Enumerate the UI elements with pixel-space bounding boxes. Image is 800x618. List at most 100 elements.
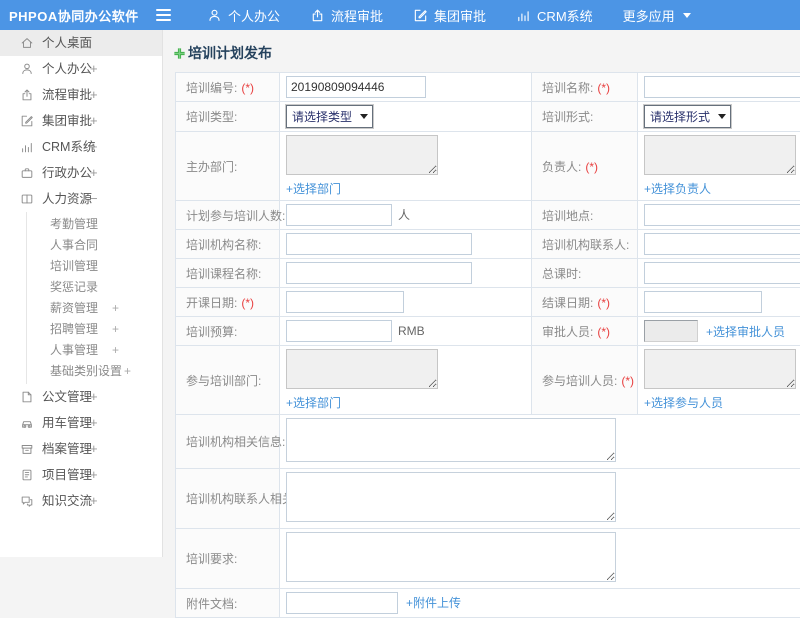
sidebar-subitem-base-category[interactable]: 基础类别设置+ <box>0 361 162 382</box>
field-label: 培训名称:(*) <box>532 73 638 102</box>
select-caret-icon <box>718 114 726 119</box>
expand-plus-icon[interactable]: + <box>112 319 119 340</box>
field-label: 培训预算: <box>176 317 280 346</box>
sidebar-subitem-attendance[interactable]: 考勤管理 <box>0 214 162 235</box>
sidebar-item-crm[interactable]: CRM系统 + <box>0 134 162 160</box>
budget-input[interactable] <box>286 320 392 342</box>
org-name-input[interactable] <box>286 233 472 255</box>
bar-chart-icon <box>20 140 34 154</box>
org-info-textarea[interactable] <box>286 418 616 462</box>
required-mark: (*) <box>597 325 610 339</box>
sidebar-subitem-training[interactable]: 培训管理 <box>0 256 162 277</box>
sidebar-item-knowledge[interactable]: 知识交流 + <box>0 488 162 514</box>
end-date-input[interactable] <box>644 291 762 313</box>
unit-label: 人 <box>398 208 410 222</box>
expand-plus-icon[interactable]: + <box>112 298 119 319</box>
training-type-select[interactable]: 请选择类型 <box>286 105 373 128</box>
nav-workflow-approval[interactable]: 流程审批 <box>295 0 398 30</box>
hamburger-menu-icon[interactable] <box>148 9 178 21</box>
field-label: 培训机构联系人: <box>532 230 638 259</box>
expand-plus-icon[interactable]: + <box>90 108 98 134</box>
nav-label: 个人办公 <box>228 6 280 25</box>
expand-plus-icon[interactable]: + <box>90 160 98 186</box>
sidebar-subitem-label: 基础类别设置 <box>50 361 122 382</box>
expand-plus-icon[interactable]: + <box>90 82 98 108</box>
row-host-dept: 主办部门: +选择部门 负责人:(*) +选择负责人 <box>176 132 800 201</box>
org-contact-info-textarea[interactable] <box>286 472 616 522</box>
field-label: 培训机构相关信息: <box>176 415 280 469</box>
total-hours-input[interactable] <box>644 262 800 284</box>
sidebar-item-admin-office[interactable]: 行政办公 + <box>0 160 162 186</box>
approver-input[interactable] <box>644 320 698 342</box>
select-approver-link[interactable]: +选择审批人员 <box>706 325 785 339</box>
sidebar-item-official-doc[interactable]: 公文管理 + <box>0 384 162 410</box>
planned-count-input[interactable] <box>286 204 392 226</box>
edit-square-icon <box>20 114 34 128</box>
expand-plus-icon[interactable]: + <box>90 56 98 82</box>
requirements-textarea[interactable] <box>286 532 616 582</box>
sidebar-item-label: CRM系统 <box>42 134 95 160</box>
row-planned-count: 计划参与培训人数:(*) 人 培训地点: <box>176 201 800 230</box>
join-people-textarea[interactable] <box>644 349 796 389</box>
expand-plus-icon[interactable]: + <box>90 488 98 514</box>
training-mode-select[interactable]: 请选择形式 <box>644 105 731 128</box>
nav-more-apps[interactable]: 更多应用 <box>608 0 706 30</box>
user-icon <box>207 8 222 23</box>
sidebar-item-label: 个人办公 <box>42 56 92 82</box>
sidebar-subitem-salary[interactable]: 薪资管理+ <box>0 298 162 319</box>
sidebar-subitem-hr-contract[interactable]: 人事合同 <box>0 235 162 256</box>
host-dept-textarea[interactable] <box>286 135 438 175</box>
select-join-people-link[interactable]: +选择参与人员 <box>644 394 800 411</box>
leader-textarea[interactable] <box>644 135 796 175</box>
collapse-minus-icon[interactable]: − <box>90 186 98 212</box>
expand-plus-icon[interactable]: + <box>90 436 98 462</box>
page-title: 培训计划发布 <box>173 43 800 63</box>
sidebar-subitem-label: 人事管理 <box>50 340 98 361</box>
expand-plus-icon[interactable]: + <box>112 340 119 361</box>
briefcase-icon <box>20 166 34 180</box>
row-join-dept: 参与培训部门: +选择部门 参与培训人员:(*) +选择参与人员 <box>176 346 800 415</box>
org-contact-input[interactable] <box>644 233 800 255</box>
select-dept-link[interactable]: +选择部门 <box>286 180 525 197</box>
expand-plus-icon[interactable]: + <box>124 361 131 382</box>
training-name-input[interactable] <box>644 76 800 98</box>
join-dept-textarea[interactable] <box>286 349 438 389</box>
share-up-icon <box>20 88 34 102</box>
field-label: 计划参与培训人数:(*) <box>176 201 280 230</box>
select-caret-icon <box>360 114 368 119</box>
sidebar-item-group-approval[interactable]: 集团审批 + <box>0 108 162 134</box>
expand-plus-icon[interactable]: + <box>90 462 98 488</box>
nav-crm-system[interactable]: CRM系统 <box>501 0 608 30</box>
nav-personal-office[interactable]: 个人办公 <box>192 0 295 30</box>
sidebar-subitem-reward-record[interactable]: 奖惩记录 <box>0 277 162 298</box>
sidebar-subitem-recruit[interactable]: 招聘管理+ <box>0 319 162 340</box>
sidebar-subitem-personnel[interactable]: 人事管理 + <box>0 340 162 361</box>
unit-label: RMB <box>398 324 425 338</box>
bar-chart-icon <box>516 8 531 23</box>
select-join-dept-link[interactable]: +选择部门 <box>286 394 525 411</box>
location-input[interactable] <box>644 204 800 226</box>
sidebar-item-personal-office[interactable]: 个人办公 + <box>0 56 162 82</box>
row-training-no: 培训编号:(*) 培训名称:(*) <box>176 73 800 102</box>
start-date-input[interactable] <box>286 291 404 313</box>
attachment-input[interactable] <box>286 592 398 614</box>
sidebar-item-personal-desktop[interactable]: 个人桌面 <box>0 30 162 56</box>
archive-box-icon <box>20 442 34 456</box>
sidebar-subitem-label: 考勤管理 <box>50 214 98 235</box>
sidebar-item-label: 项目管理 <box>42 462 92 488</box>
field-label: 负责人:(*) <box>532 132 638 201</box>
attachment-upload-link[interactable]: +附件上传 <box>406 596 461 610</box>
course-name-input[interactable] <box>286 262 472 284</box>
training-no-input[interactable] <box>286 76 426 98</box>
expand-plus-icon[interactable]: + <box>90 134 98 160</box>
sidebar-item-archive[interactable]: 档案管理 + <box>0 436 162 462</box>
sidebar-item-hr[interactable]: 人力资源 − <box>0 186 162 212</box>
expand-plus-icon[interactable]: + <box>90 410 98 436</box>
sidebar-item-project[interactable]: 项目管理 + <box>0 462 162 488</box>
required-mark: (*) <box>241 296 254 310</box>
sidebar-item-workflow-approval[interactable]: 流程审批 + <box>0 82 162 108</box>
sidebar-item-vehicle[interactable]: 用车管理 + <box>0 410 162 436</box>
select-leader-link[interactable]: +选择负责人 <box>644 180 800 197</box>
nav-group-approval[interactable]: 集团审批 <box>398 0 501 30</box>
expand-plus-icon[interactable]: + <box>90 384 98 410</box>
